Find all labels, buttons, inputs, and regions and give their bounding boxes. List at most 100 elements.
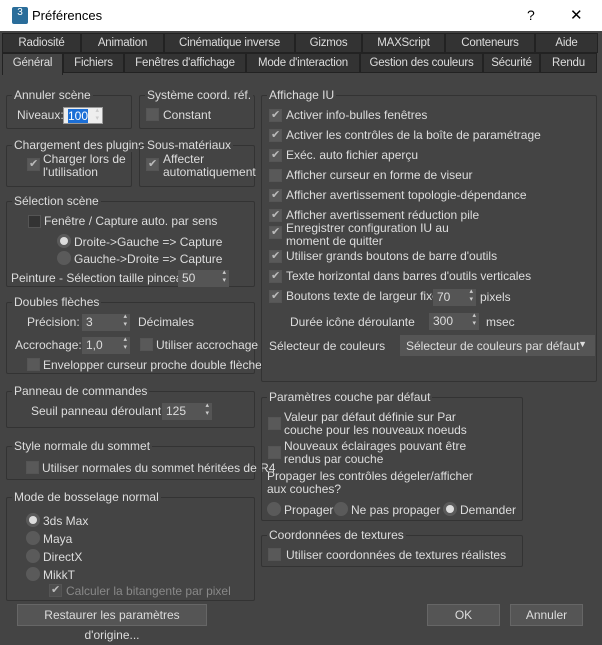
bump-mode-radio[interactable] <box>26 513 40 527</box>
ui-option-checkbox[interactable] <box>269 108 282 122</box>
group-title: Annuler scène <box>12 88 93 102</box>
auto-window-crossing-checkbox[interactable] <box>28 215 41 228</box>
tab-3[interactable]: Gizmos <box>295 33 362 53</box>
l2r-radio[interactable] <box>57 251 71 265</box>
propagate-radio[interactable] <box>334 502 348 516</box>
ui-option-checkbox[interactable] <box>269 188 282 202</box>
ui-option-checkbox[interactable] <box>269 169 282 182</box>
bump-mode-label: 3ds Max <box>43 514 89 528</box>
tab-6[interactable]: Rendu <box>540 53 597 73</box>
decimals-label: Décimales <box>138 315 195 329</box>
propagate-label: Propager les contrôles dégeler/afficher a… <box>267 469 473 496</box>
pixels-label: pixels <box>480 290 511 304</box>
tab-2[interactable]: Cinématique inverse <box>164 33 295 53</box>
tab-1[interactable]: Fichiers <box>63 53 124 73</box>
tab-4[interactable]: Gestion des couleurs <box>360 53 483 73</box>
realworld-label: Utiliser coordonnées de textures réalist… <box>286 548 507 562</box>
rollup-threshold-label: Seuil panneau déroulant: <box>31 404 165 418</box>
tab-6[interactable]: Aide <box>535 33 598 53</box>
ui-option-label: Boutons texte de largeur fixe <box>286 289 439 303</box>
bump-mode-label: MikkT <box>43 568 75 582</box>
constant-label: Constant <box>163 108 212 122</box>
group-title: Paramètres couche par défaut <box>267 390 433 404</box>
lights-label: Nouveaux éclairages pouvant être rendus p… <box>284 439 467 466</box>
tab-0[interactable]: Général <box>2 53 63 75</box>
ui-option-checkbox[interactable] <box>269 249 282 263</box>
precision-label: Précision: <box>27 315 80 329</box>
ui-option-label: Exéc. auto fichier aperçu <box>286 148 419 162</box>
propagate-option-label: Ne pas propager <box>351 503 441 517</box>
bylayer-label: Valeur par défaut définie sur Par couche … <box>284 410 467 437</box>
brush-size-label: Peinture - Sélection taille pinceau <box>11 271 190 285</box>
legacy-normals-checkbox[interactable] <box>26 461 39 474</box>
realworld-checkbox[interactable] <box>268 548 281 561</box>
ui-option-checkbox[interactable] <box>269 289 282 303</box>
bump-mode-label: Maya <box>43 532 73 546</box>
tab-1[interactable]: Animation <box>81 33 164 53</box>
bump-mode-label: DirectX <box>43 550 83 564</box>
propagate-radio[interactable] <box>267 502 281 516</box>
fixed-width-spinner[interactable]: 70 <box>433 288 476 306</box>
use-snap-checkbox[interactable] <box>140 338 153 351</box>
constant-checkbox[interactable] <box>146 108 159 121</box>
ui-option-checkbox[interactable] <box>269 225 282 239</box>
r2l-radio[interactable] <box>57 234 71 248</box>
auto-window-label: Fenêtre / Capture auto. par sens <box>44 214 218 228</box>
tab-3[interactable]: Mode d'interaction <box>246 53 360 73</box>
tab-5[interactable]: Conteneurs <box>445 33 535 53</box>
auto-assign-checkbox[interactable] <box>146 157 159 171</box>
levels-label: Niveaux: <box>17 108 64 122</box>
rollup-threshold-spinner[interactable]: 125 <box>162 402 212 420</box>
auto-assign-label: Affecter automatiquement <box>163 152 256 179</box>
tab-4[interactable]: MAXScript <box>362 33 445 53</box>
precision-spinner[interactable]: 3 <box>82 313 130 331</box>
bylayer-checkbox[interactable] <box>268 417 281 430</box>
bump-mode-radio[interactable] <box>26 531 40 545</box>
group-title: Coordonnées de textures <box>267 528 406 542</box>
levels-spinner[interactable]: 100 <box>63 107 103 124</box>
bump-mode-radio[interactable] <box>26 567 40 581</box>
ok-button[interactable]: OK <box>427 604 500 626</box>
window-title: Préférences <box>32 8 103 23</box>
group-title: Affichage IU <box>267 88 337 102</box>
ui-option-label: Afficher avertissement topologie-dépenda… <box>286 188 527 202</box>
color-picker-label: Sélecteur de couleurs <box>269 339 386 353</box>
lights-bylayer-checkbox[interactable] <box>268 446 281 459</box>
wrap-cursor-label: Envelopper curseur proche double flèche <box>43 358 262 372</box>
flyout-time-label: Durée icône déroulante <box>290 315 415 329</box>
ui-option-label: Utiliser grands boutons de barre d'outil… <box>286 249 498 263</box>
snap-spinner[interactable]: 1,0 <box>82 336 130 354</box>
cancel-button[interactable]: Annuler <box>510 604 583 626</box>
ui-option-checkbox[interactable] <box>269 128 282 142</box>
help-button[interactable]: ? <box>527 7 535 23</box>
tab-5[interactable]: Sécurité <box>483 53 540 73</box>
group-title: Sous-matériaux <box>145 138 234 152</box>
app-icon: 3 <box>12 7 28 24</box>
group-title: Mode de bosselage normal <box>12 490 161 504</box>
ui-option-checkbox[interactable] <box>269 208 282 222</box>
wrap-cursor-checkbox[interactable] <box>27 358 40 371</box>
ui-option-label: Texte horizontal dans barres d'outils ve… <box>286 269 532 283</box>
r2l-label: Droite->Gauche => Capture <box>74 235 223 249</box>
msec-label: msec <box>486 315 515 329</box>
use-snap-label: Utiliser accrochage <box>156 338 259 352</box>
close-icon[interactable]: ✕ <box>570 6 583 24</box>
ui-option-checkbox[interactable] <box>269 148 282 162</box>
bitangent-checkbox <box>49 583 62 597</box>
tab-0[interactable]: Radiosité <box>2 33 81 53</box>
reset-button[interactable]: Restaurer les paramètres d'origine... <box>17 604 207 642</box>
propagate-radio[interactable] <box>443 502 457 516</box>
load-on-demand-checkbox[interactable] <box>27 157 40 171</box>
flyout-time-spinner[interactable]: 300 <box>429 312 479 330</box>
title-bar: 3 Préférences ? ✕ <box>0 0 602 31</box>
color-picker-dropdown[interactable]: Sélecteur de couleurs par défaut ▼ <box>400 335 595 356</box>
tab-2[interactable]: Fenêtres d'affichage <box>124 53 246 73</box>
brush-size-spinner[interactable]: 50 <box>178 269 229 287</box>
snap-label: Accrochage: <box>15 338 82 352</box>
group-title: Chargement des plugins <box>12 138 147 152</box>
ui-option-label: Enregistrer configuration IU au moment de… <box>286 221 449 248</box>
ui-option-checkbox[interactable] <box>269 269 282 283</box>
bitangent-label: Calculer la bitangente par pixel <box>66 584 231 598</box>
bump-mode-radio[interactable] <box>26 549 40 563</box>
propagate-option-label: Propager <box>284 503 334 517</box>
